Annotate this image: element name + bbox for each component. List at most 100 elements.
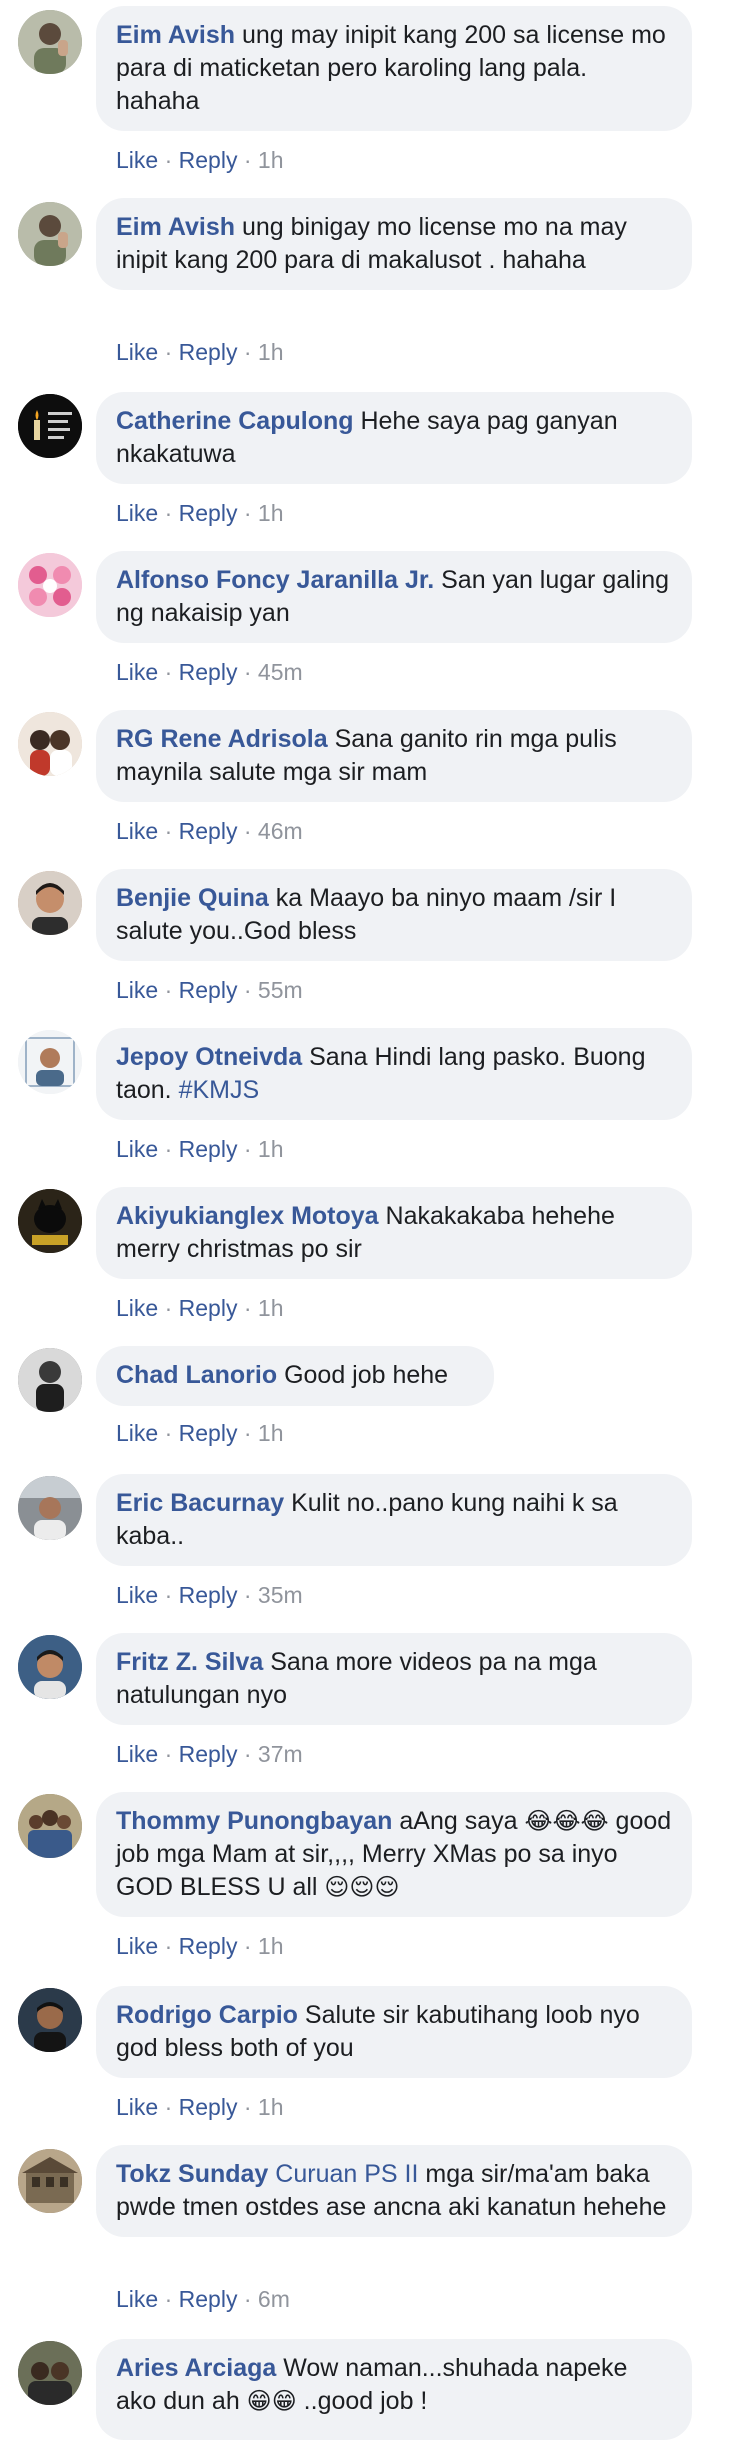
avatar[interactable]	[18, 712, 82, 776]
like-button[interactable]: Like	[116, 818, 158, 844]
reply-button[interactable]: Reply	[179, 1136, 238, 1162]
comment: Catherine Capulong Hehe saya pag ganyan …	[0, 392, 750, 527]
like-button[interactable]: Like	[116, 977, 158, 1003]
separator: ·	[237, 2286, 258, 2312]
avatar[interactable]	[18, 2341, 82, 2405]
reply-button[interactable]: Reply	[179, 2286, 238, 2312]
separator: ·	[237, 1933, 258, 1959]
separator: ·	[158, 1933, 179, 1959]
avatar[interactable]	[18, 1635, 82, 1699]
comment-author[interactable]: Aries Arciaga	[116, 2354, 276, 2382]
reply-button[interactable]: Reply	[179, 500, 238, 526]
comment-time[interactable]: 1h	[258, 1420, 284, 1446]
avatar[interactable]	[18, 1476, 82, 1540]
comment-author[interactable]: Akiyukianglex Motoya	[116, 1202, 379, 1230]
like-button[interactable]: Like	[116, 1582, 158, 1608]
avatar[interactable]	[18, 1189, 82, 1253]
comment-author[interactable]: Jepoy Otneivda	[116, 1043, 302, 1071]
comment-author[interactable]: Fritz Z. Silva	[116, 1648, 263, 1676]
comment-actions: Like · Reply · 1h	[116, 337, 284, 367]
like-button[interactable]: Like	[116, 339, 158, 365]
comment-bubble: Jepoy Otneivda Sana Hindi lang pasko. Bu…	[96, 1028, 692, 1120]
comment-author[interactable]: Catherine Capulong	[116, 407, 354, 435]
avatar[interactable]	[18, 871, 82, 935]
mentioned-page-link[interactable]: Curuan PS II	[275, 2160, 418, 2188]
reply-button[interactable]: Reply	[179, 818, 238, 844]
avatar[interactable]	[18, 1030, 82, 1094]
like-button[interactable]: Like	[116, 2286, 158, 2312]
comment-author[interactable]: Alfonso Foncy Jaranilla Jr.	[116, 566, 434, 594]
reply-button[interactable]: Reply	[179, 147, 238, 173]
like-button[interactable]: Like	[116, 1295, 158, 1321]
comment-author[interactable]: Tokz Sunday	[116, 2160, 268, 2188]
comment-time[interactable]: 45m	[258, 659, 303, 685]
avatar[interactable]	[18, 2149, 82, 2213]
comment-author[interactable]: Eim Avish	[116, 213, 235, 241]
comment-time[interactable]: 1h	[258, 147, 284, 173]
like-button[interactable]: Like	[116, 147, 158, 173]
comment: Rodrigo Carpio Salute sir kabutihang loo…	[0, 1986, 750, 2121]
comment-time[interactable]: 1h	[258, 500, 284, 526]
reply-button[interactable]: Reply	[179, 1295, 238, 1321]
comment-bubble: Catherine Capulong Hehe saya pag ganyan …	[96, 392, 692, 484]
comment-time[interactable]: 1h	[258, 1136, 284, 1162]
comment-bubble: Eim Avish ung binigay mo license mo na m…	[96, 198, 692, 290]
comment-time[interactable]: 55m	[258, 977, 303, 1003]
comment-author[interactable]: RG Rene Adrisola	[116, 725, 328, 753]
separator: ·	[158, 339, 179, 365]
comment-time[interactable]: 1h	[258, 1295, 284, 1321]
laughing-emoji: 😂😂😂	[524, 1807, 609, 1835]
comment-author[interactable]: Rodrigo Carpio	[116, 2001, 298, 2029]
comment-time[interactable]: 1h	[258, 1933, 284, 1959]
hashtag-link[interactable]: #KMJS	[179, 1076, 260, 1104]
comment-text-continued: ..good job !	[303, 2387, 428, 2415]
comment-actions: Like · Reply · 46m	[116, 816, 303, 846]
comment-bubble: Tokz Sunday Curuan PS II mga sir/ma'am b…	[96, 2145, 692, 2237]
reply-button[interactable]: Reply	[179, 2094, 238, 2120]
comment-author[interactable]: Thommy Punongbayan	[116, 1807, 392, 1835]
comment-time[interactable]: 1h	[258, 2094, 284, 2120]
avatar[interactable]	[18, 1794, 82, 1858]
comment-author[interactable]: Eim Avish	[116, 21, 235, 49]
avatar[interactable]	[18, 1348, 82, 1412]
separator: ·	[158, 1295, 179, 1321]
avatar[interactable]	[18, 553, 82, 617]
comment-time[interactable]: 35m	[258, 1582, 303, 1608]
avatar[interactable]	[18, 202, 82, 266]
comment-time[interactable]: 37m	[258, 1741, 303, 1767]
avatar[interactable]	[18, 1988, 82, 2052]
comment-time[interactable]: 46m	[258, 818, 303, 844]
reply-button[interactable]: Reply	[179, 339, 238, 365]
comment-author[interactable]: Eric Bacurnay	[116, 1489, 284, 1517]
comment-bubble: Eim Avish ung may inipit kang 200 sa lic…	[96, 6, 692, 131]
reply-button[interactable]: Reply	[179, 1741, 238, 1767]
like-button[interactable]: Like	[116, 500, 158, 526]
like-button[interactable]: Like	[116, 659, 158, 685]
reply-button[interactable]: Reply	[179, 1582, 238, 1608]
like-button[interactable]: Like	[116, 1741, 158, 1767]
comment-time[interactable]: 6m	[258, 2286, 290, 2312]
avatar[interactable]	[18, 394, 82, 458]
comment-text: Good job hehe	[284, 1361, 449, 1389]
comment-author[interactable]: Benjie Quina	[116, 884, 269, 912]
like-button[interactable]: Like	[116, 1420, 158, 1446]
reply-button[interactable]: Reply	[179, 1420, 238, 1446]
avatar[interactable]	[18, 10, 82, 74]
separator: ·	[158, 977, 179, 1003]
like-button[interactable]: Like	[116, 1136, 158, 1162]
reply-button[interactable]: Reply	[179, 1933, 238, 1959]
reply-button[interactable]: Reply	[179, 977, 238, 1003]
separator: ·	[237, 1420, 258, 1446]
comment-time[interactable]: 1h	[258, 339, 284, 365]
reply-button[interactable]: Reply	[179, 659, 238, 685]
comment-author[interactable]: Chad Lanorio	[116, 1361, 277, 1389]
comment-bubble: Akiyukianglex Motoya Nakakakaba hehehe m…	[96, 1187, 692, 1279]
separator: ·	[158, 2094, 179, 2120]
comment: Eim Avish ung may inipit kang 200 sa lic…	[0, 6, 750, 176]
comment: Thommy Punongbayan aAng saya 😂😂😂 good jo…	[0, 1792, 750, 1962]
like-button[interactable]: Like	[116, 1933, 158, 1959]
comment-actions: Like · Reply · 1h	[116, 2092, 284, 2122]
relieved-emoji: 😌😌😌	[324, 1873, 400, 1901]
separator: ·	[237, 977, 258, 1003]
like-button[interactable]: Like	[116, 2094, 158, 2120]
